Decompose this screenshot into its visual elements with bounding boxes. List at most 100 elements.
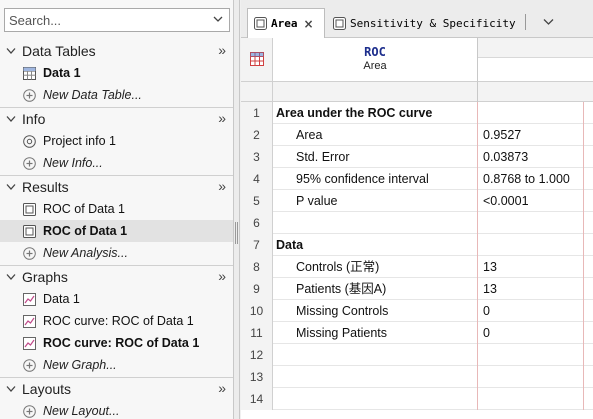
value-cell[interactable]: 0.9527 xyxy=(478,124,584,146)
section-header[interactable]: Info » xyxy=(0,108,233,130)
splitter-grip[interactable] xyxy=(235,222,238,244)
table-row: 5P value <0.0001 xyxy=(241,190,593,212)
sheet-tab-bar: Area × Sensitivity & Specificity xyxy=(241,0,593,38)
graph-icon xyxy=(23,337,36,350)
row-number[interactable]: 8 xyxy=(241,256,273,278)
sidebar-item-label: New Info... xyxy=(43,156,103,170)
table-row: 4 95% confidence interval 0.8768 to 1.000 xyxy=(241,168,593,190)
column-header-b[interactable] xyxy=(478,38,593,82)
row-label-cell[interactable] xyxy=(273,388,478,410)
row-number[interactable]: 14 xyxy=(241,388,273,410)
value-cell[interactable] xyxy=(478,212,584,234)
value-cell[interactable] xyxy=(478,344,584,366)
sidebar-item-label: New Data Table... xyxy=(43,88,142,102)
close-icon[interactable]: × xyxy=(304,17,314,31)
row-number[interactable]: 4 xyxy=(241,168,273,190)
new-item-link[interactable]: New Analysis... xyxy=(0,242,233,264)
sidebar-item[interactable]: Data 1 xyxy=(0,288,233,310)
sidebar-item[interactable]: Data 1 xyxy=(0,62,233,84)
expand-more-icon[interactable]: » xyxy=(218,42,226,58)
row-label-cell[interactable]: Std. Error xyxy=(273,146,478,168)
row-label-cell[interactable] xyxy=(273,366,478,388)
search-input[interactable] xyxy=(5,9,205,31)
sidebar-item[interactable]: ROC of Data 1 xyxy=(0,220,233,242)
row-number[interactable]: 10 xyxy=(241,300,273,322)
row-label-cell[interactable]: Area xyxy=(273,124,478,146)
new-item-link[interactable]: New Info... xyxy=(0,152,233,174)
expand-more-icon[interactable]: » xyxy=(218,110,226,126)
sidebar-item[interactable]: Project info 1 xyxy=(0,130,233,152)
row-number[interactable]: 2 xyxy=(241,124,273,146)
section-header[interactable]: Graphs » xyxy=(0,266,233,288)
chevron-down-icon[interactable] xyxy=(212,13,224,25)
row-number[interactable]: 11 xyxy=(241,322,273,344)
chevron-down-icon[interactable] xyxy=(6,183,16,191)
row-number[interactable]: 6 xyxy=(241,212,273,234)
new-item-link[interactable]: New Data Table... xyxy=(0,84,233,106)
row-label-cell[interactable]: P value xyxy=(273,190,478,212)
section-header[interactable]: Layouts » xyxy=(0,378,233,400)
tab-sensitivity-specificity[interactable]: Sensitivity & Specificity xyxy=(327,8,517,38)
tab-area[interactable]: Area × xyxy=(247,8,325,38)
row-label-cell[interactable] xyxy=(273,344,478,366)
row-number[interactable]: 7 xyxy=(241,234,273,256)
sidebar-item[interactable]: ROC curve: ROC of Data 1 xyxy=(0,310,233,332)
table-rows: 1 Area under the ROC curve 2 Area 0.9527 3 Std… xyxy=(241,102,593,410)
table-row: 12 xyxy=(241,344,593,366)
row-number[interactable]: 3 xyxy=(241,146,273,168)
row-number[interactable]: 13 xyxy=(241,366,273,388)
sidebar-splitter[interactable] xyxy=(234,0,240,419)
row-number[interactable]: 12 xyxy=(241,344,273,366)
chevron-down-icon[interactable] xyxy=(6,273,16,281)
value-cell[interactable] xyxy=(478,234,584,256)
row-label-cell[interactable]: Controls (正常) xyxy=(273,256,478,278)
row-label-cell[interactable]: Missing Patients xyxy=(273,322,478,344)
row-label-cell[interactable]: Missing Controls xyxy=(273,300,478,322)
sidebar-item[interactable]: ROC of Data 1 xyxy=(0,198,233,220)
row-number[interactable]: 5 xyxy=(241,190,273,212)
expand-more-icon[interactable]: » xyxy=(218,268,226,284)
tab-divider xyxy=(525,14,526,30)
sidebar-item-label: Data 1 xyxy=(43,66,81,80)
data-table-icon xyxy=(23,67,36,80)
expand-more-icon[interactable]: » xyxy=(218,178,226,194)
value-cell[interactable]: 0 xyxy=(478,322,584,344)
column-header-band xyxy=(478,38,593,58)
search-box[interactable] xyxy=(4,8,230,32)
chevron-down-icon[interactable] xyxy=(543,18,554,26)
row-number[interactable]: 9 xyxy=(241,278,273,300)
subheader-cell xyxy=(273,82,478,102)
chevron-down-icon[interactable] xyxy=(6,47,16,55)
row-label-cell[interactable]: 95% confidence interval xyxy=(273,168,478,190)
section-title: Info xyxy=(22,111,46,127)
section-header[interactable]: Results » xyxy=(0,176,233,198)
sidebar-section-layouts: Layouts » New Layout... xyxy=(0,378,233,419)
sidebar-item[interactable]: ROC curve: ROC of Data 1 xyxy=(0,332,233,354)
new-item-link[interactable]: New Graph... xyxy=(0,354,233,376)
value-cell[interactable]: 0.8768 to 1.000 xyxy=(478,168,584,190)
value-cell[interactable] xyxy=(478,366,584,388)
row-label-cell[interactable]: Patients (基因A) xyxy=(273,278,478,300)
sheet-corner[interactable] xyxy=(241,38,273,82)
column-header-a[interactable]: ROC Area xyxy=(273,38,478,82)
value-cell[interactable]: 13 xyxy=(478,278,584,300)
row-label-cell[interactable]: Area under the ROC curve xyxy=(273,102,478,124)
expand-more-icon[interactable]: » xyxy=(218,380,226,396)
value-cell[interactable] xyxy=(478,102,584,124)
chevron-down-icon[interactable] xyxy=(6,115,16,123)
value-cell[interactable]: 0.03873 xyxy=(478,146,584,168)
new-item-link[interactable]: New Layout... xyxy=(0,400,233,419)
value-cell[interactable]: <0.0001 xyxy=(478,190,584,212)
row-label-cell[interactable]: Data xyxy=(273,234,478,256)
row-label-cell[interactable] xyxy=(273,212,478,234)
value-cell[interactable] xyxy=(478,388,584,410)
chevron-down-icon[interactable] xyxy=(6,385,16,393)
row-number[interactable]: 1 xyxy=(241,102,273,124)
sidebar-item-label: ROC curve: ROC of Data 1 xyxy=(43,336,200,350)
results-sheet-icon xyxy=(254,17,267,30)
value-cell[interactable]: 0 xyxy=(478,300,584,322)
sidebar-section-info: Info » Project info 1 New Info... xyxy=(0,108,233,174)
value-cell[interactable]: 13 xyxy=(478,256,584,278)
table-format-icon[interactable] xyxy=(250,52,264,66)
section-header[interactable]: Data Tables » xyxy=(0,40,233,62)
